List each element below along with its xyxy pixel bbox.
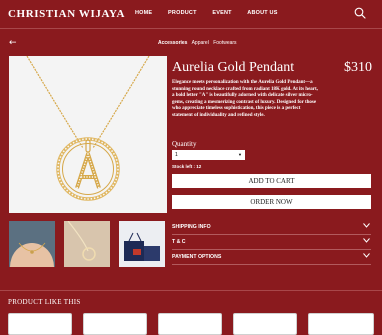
quantity-select[interactable]: 1 ▼ [172, 150, 245, 160]
main-nav: HOME PRODUCT EVENT ABOUT US [135, 10, 292, 16]
related-product-card[interactable] [308, 313, 374, 335]
section-divider [0, 290, 382, 291]
product-description: Elegance meets personalization with the … [172, 80, 318, 118]
chevron-down-icon [363, 238, 370, 243]
related-product-card[interactable] [83, 313, 147, 335]
accordion-label: PAYMENT OPTIONS [172, 254, 222, 260]
breadcrumb-accessories[interactable]: Accessories [158, 40, 187, 46]
product-thumbnail-3[interactable] [119, 221, 165, 267]
accordion-terms[interactable]: T & C [172, 235, 371, 250]
chevron-down-icon [363, 223, 370, 228]
related-product-card[interactable] [8, 313, 72, 335]
order-now-button[interactable]: ORDER NOW [172, 195, 371, 209]
model-neck-photo [9, 221, 55, 291]
product-thumbnail-2[interactable] [64, 220, 110, 267]
nav-home[interactable]: HOME [135, 10, 152, 16]
nav-event[interactable]: EVENT [212, 10, 231, 16]
product-price: $310 [344, 60, 372, 75]
pendant-closeup-photo [64, 220, 110, 267]
site-header: CHRISTIAN WIJAYA HOME PRODUCT EVENT ABOU… [0, 0, 382, 28]
add-to-cart-button[interactable]: ADD TO CART [172, 174, 371, 188]
accordion-label: SHIPPING INFO [172, 224, 211, 230]
breadcrumb-footwears[interactable]: Footwears [213, 40, 236, 46]
quantity-value: 1 [175, 152, 178, 158]
nav-about-us[interactable]: ABOUT US [247, 10, 277, 16]
chevron-down-icon [363, 253, 370, 258]
product-name: Aurelia Gold Pendant [172, 60, 295, 75]
dropdown-arrow-icon: ▼ [238, 152, 242, 157]
brand-logo[interactable]: CHRISTIAN WIJAYA [8, 8, 125, 20]
accordion-label: T & C [172, 239, 186, 245]
breadcrumb: Accessories Apparel Footwears [158, 40, 240, 46]
accordion-shipping-info[interactable]: SHIPPING INFO [172, 220, 371, 235]
stock-left: Stock left : 12 [172, 164, 202, 169]
related-products-title: PRODUCT LIKE THIS [8, 298, 81, 306]
product-thumbnail-1[interactable] [9, 221, 55, 291]
pendant-illustration [26, 55, 150, 201]
related-product-card[interactable] [158, 313, 222, 335]
quantity-label: Quantity [172, 140, 197, 148]
header-divider [0, 28, 382, 29]
related-product-card[interactable] [233, 313, 297, 335]
accordion-payment-options[interactable]: PAYMENT OPTIONS [172, 250, 371, 265]
gift-box-photo [119, 221, 165, 267]
product-main-image[interactable] [9, 55, 167, 213]
nav-product[interactable]: PRODUCT [168, 10, 197, 16]
back-arrow-icon[interactable]: ← [9, 38, 17, 48]
search-icon[interactable] [354, 7, 366, 19]
breadcrumb-apparel[interactable]: Apparel [192, 40, 209, 46]
